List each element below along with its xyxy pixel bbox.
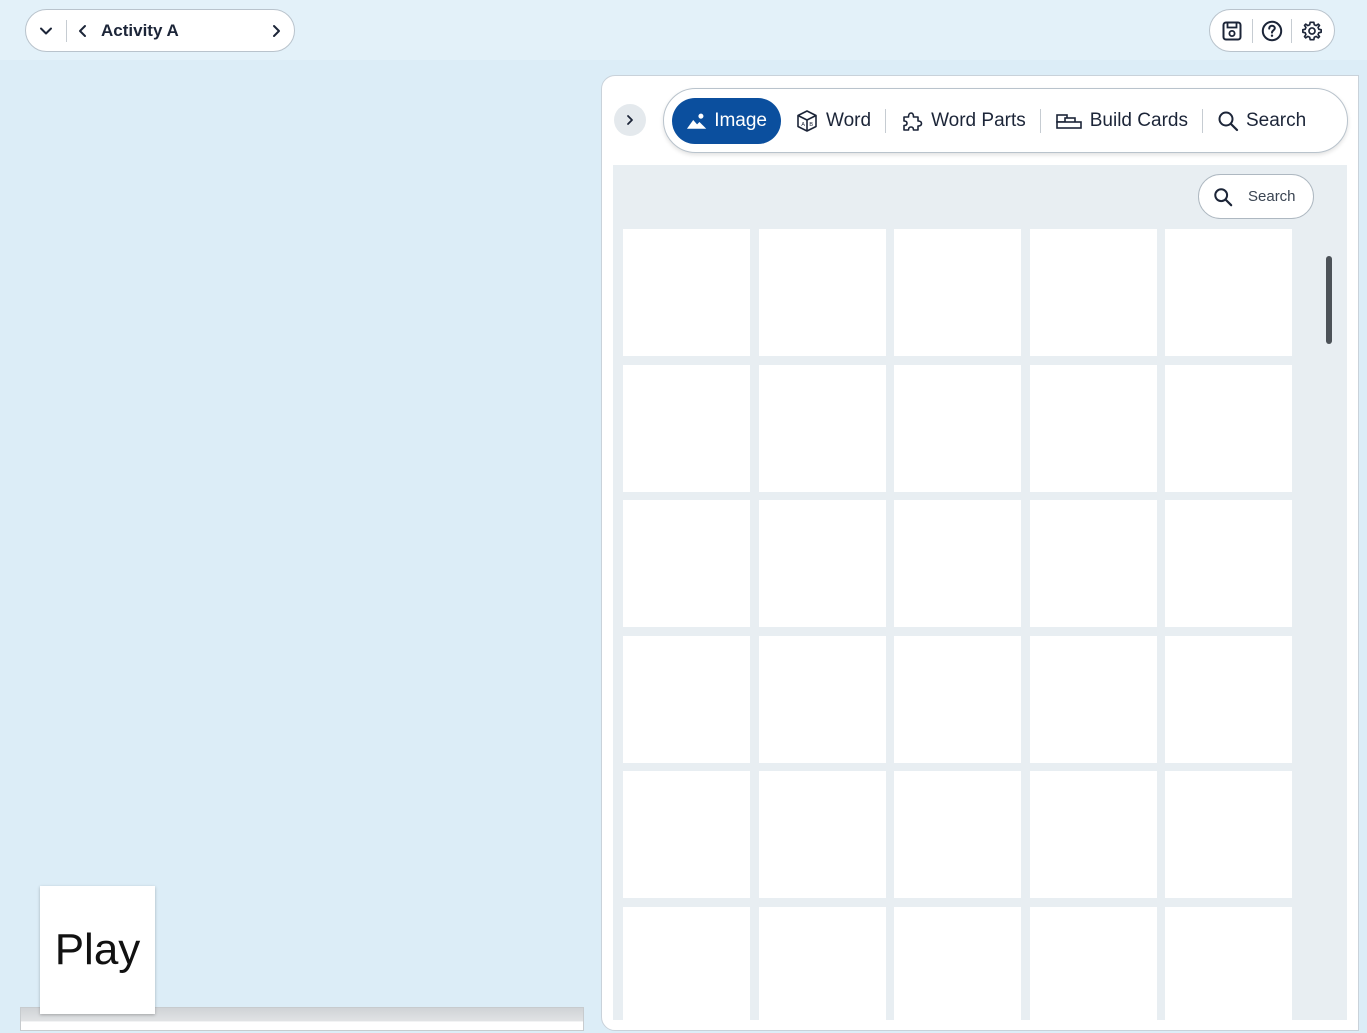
image-grid	[623, 229, 1292, 1020]
image-tile[interactable]	[623, 500, 750, 627]
gallery-scrollbar[interactable]	[1326, 256, 1332, 344]
image-tile[interactable]	[758, 771, 886, 898]
image-icon	[686, 113, 707, 129]
image-tile[interactable]	[623, 635, 750, 763]
save-button[interactable]	[1215, 14, 1249, 48]
toolbar-actions	[1209, 9, 1335, 52]
image-tile[interactable]	[894, 364, 1021, 492]
image-tile[interactable]	[1029, 364, 1157, 492]
puzzle-icon	[903, 111, 923, 131]
collapse-panel-button[interactable]	[614, 104, 646, 136]
tab-label: Word	[826, 109, 872, 131]
cards-icon	[1055, 113, 1082, 129]
image-tile[interactable]	[758, 906, 886, 1020]
image-tile[interactable]	[1029, 500, 1157, 627]
image-tile[interactable]	[758, 364, 886, 492]
help-button[interactable]	[1255, 14, 1289, 48]
chevron-right-icon	[273, 24, 280, 37]
image-tile[interactable]	[1165, 771, 1292, 898]
svg-text:B: B	[809, 122, 813, 128]
chevron-right-icon	[627, 115, 633, 125]
image-tile[interactable]	[894, 771, 1021, 898]
image-tile[interactable]	[623, 229, 750, 356]
image-tile[interactable]	[623, 906, 750, 1020]
chevron-down-icon	[40, 27, 52, 34]
play-card[interactable]: Play	[40, 886, 155, 1014]
tab-search[interactable]: Search	[1203, 98, 1320, 144]
image-gallery: Search	[613, 165, 1347, 1020]
divider	[1251, 18, 1253, 43]
image-tile[interactable]	[1029, 635, 1157, 763]
settings-button[interactable]	[1295, 14, 1329, 48]
search-placeholder: Search	[1248, 188, 1296, 205]
image-tile[interactable]	[758, 229, 886, 356]
help-icon	[1261, 20, 1283, 41]
image-tile[interactable]	[1165, 364, 1292, 492]
svg-text:A: A	[801, 122, 805, 128]
image-tile[interactable]	[758, 635, 886, 763]
image-tile[interactable]	[623, 771, 750, 898]
resource-tabs: Image AB Word Word Parts Build Cards Sea…	[663, 88, 1348, 153]
image-tile[interactable]	[1029, 906, 1157, 1020]
search-icon	[1214, 187, 1233, 206]
save-icon	[1222, 21, 1242, 40]
image-tile[interactable]	[894, 635, 1021, 763]
image-tile[interactable]	[894, 500, 1021, 627]
activity-navigator: Activity A	[25, 9, 295, 52]
next-activity-button[interactable]	[258, 10, 294, 51]
tab-word-parts[interactable]: Word Parts	[886, 98, 1040, 144]
image-tile[interactable]	[894, 229, 1021, 356]
image-tile[interactable]	[894, 906, 1021, 1020]
cube-icon: AB	[797, 109, 817, 132]
gallery-search-input[interactable]: Search	[1198, 174, 1314, 219]
resource-panel: Image AB Word Word Parts Build Cards Sea…	[601, 75, 1359, 1031]
image-tile[interactable]	[758, 500, 886, 627]
previous-activity-button[interactable]	[67, 10, 99, 51]
search-icon	[1218, 111, 1239, 131]
tab-label: Word Parts	[931, 109, 1026, 131]
image-tile[interactable]	[1029, 771, 1157, 898]
tab-image[interactable]: Image	[672, 97, 781, 144]
tab-label: Search	[1245, 109, 1307, 131]
image-tile[interactable]	[1029, 229, 1157, 356]
tab-label: Build Cards	[1089, 109, 1188, 131]
image-tile[interactable]	[1165, 229, 1292, 356]
tab-label: Image	[714, 109, 767, 131]
tab-word[interactable]: AB Word	[781, 98, 885, 144]
image-tile[interactable]	[623, 364, 750, 492]
image-tile[interactable]	[1165, 500, 1292, 627]
chevron-left-icon	[79, 24, 86, 37]
play-card-label: Play	[54, 925, 141, 974]
gear-icon	[1301, 20, 1322, 41]
image-tile[interactable]	[1165, 906, 1292, 1020]
dropdown-button[interactable]	[26, 10, 66, 51]
activity-title: Activity A	[101, 20, 179, 40]
tab-build-cards[interactable]: Build Cards	[1041, 98, 1202, 144]
image-tile[interactable]	[1165, 635, 1292, 763]
divider	[1291, 18, 1293, 43]
